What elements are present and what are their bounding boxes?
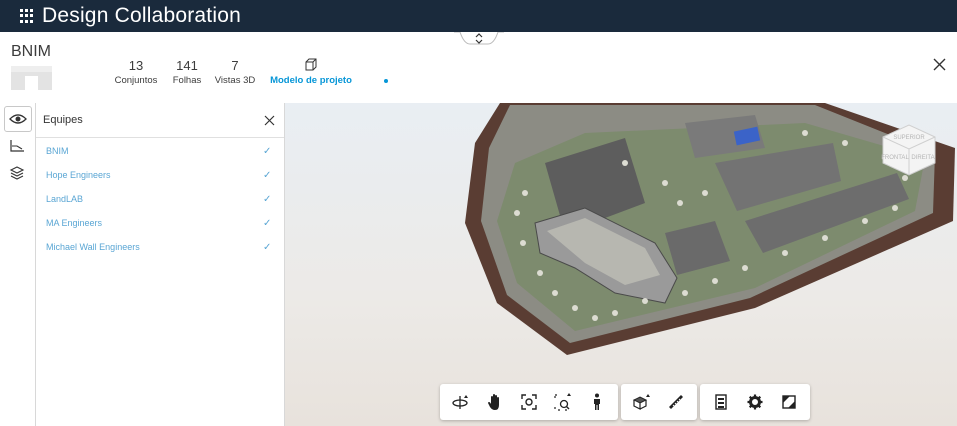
stat-label: Conjuntos [114,75,158,86]
viewcube-right-label: DIREITA [911,155,934,161]
team-item-ma-engineers[interactable]: MA Engineers ✓ [36,212,284,236]
team-name: Hope Engineers [46,170,111,180]
pan-button[interactable] [478,384,512,420]
project-thumbnail [11,66,52,90]
layers-button[interactable] [4,161,30,185]
orbit-icon [452,395,468,409]
fullscreen-button[interactable] [772,384,806,420]
top-bar: Design Collaboration [0,0,957,32]
check-icon: ✓ [263,242,272,253]
stat-label: Folhas [172,75,202,86]
fit-view-icon [521,394,537,410]
model-label: Modelo de projeto [270,75,352,86]
panel-header: Equipes [36,103,284,138]
layers-icon [9,166,25,180]
team-name: BNIM [46,146,69,156]
check-icon: ✓ [263,170,272,181]
viewer-toolbar [440,384,810,420]
stat-folhas[interactable]: 141 Folhas [170,58,204,88]
close-icon[interactable] [932,57,947,72]
stat-conjuntos[interactable]: 13 Conjuntos [110,58,162,88]
stat-vistas-3d[interactable]: 7 Vistas 3D [212,58,258,88]
stat-value: 13 [128,58,144,73]
project-name: BNIM [11,43,51,60]
check-icon: ✓ [263,218,272,229]
zoom-window-icon [554,393,571,411]
stat-label: Vistas 3D [214,75,256,86]
model-browser-icon [715,394,727,410]
section-box-button[interactable] [625,384,659,420]
team-name: MA Engineers [46,218,103,228]
project-header: BNIM 13 Conjuntos 141 Folhas 7 Vistas 3D… [0,32,957,104]
left-tool-rail [0,103,36,426]
team-item-hope-engineers[interactable]: Hope Engineers ✓ [36,164,284,188]
chart-icon [10,140,24,152]
collapse-header-icon[interactable] [454,32,504,46]
walk-button[interactable] [580,384,614,420]
visibility-button[interactable] [4,106,32,132]
fullscreen-icon [782,395,796,409]
model-viewer-canvas[interactable]: SUPERIOR FRONTAL DIREITA [285,103,957,426]
viewcube-front-label: FRONTAL [881,155,909,161]
active-dot-icon [384,79,388,83]
view-cube[interactable]: SUPERIOR FRONTAL DIREITA [877,117,941,181]
teams-panel: Equipes BNIM ✓ Hope Engineers ✓ LandLAB … [36,103,285,426]
stat-value: 7 [231,58,239,73]
panel-title: Equipes [43,114,83,126]
settings-tools-group [700,384,810,420]
team-item-bnim[interactable]: BNIM ✓ [36,140,284,164]
stat-value: 141 [176,58,198,73]
viewcube-top-label: SUPERIOR [893,135,925,141]
team-item-michael-wall-engineers[interactable]: Michael Wall Engineers ✓ [36,236,284,260]
close-panel-icon[interactable] [264,115,275,126]
settings-button[interactable] [738,384,772,420]
orbit-button[interactable] [444,384,478,420]
navigation-tools-group [440,384,618,420]
fit-view-button[interactable] [512,384,546,420]
eye-icon [9,114,27,124]
zoom-window-button[interactable] [546,384,580,420]
tab-modelo-de-projeto[interactable]: Modelo de projeto [268,58,354,88]
model-cube-icon [305,58,317,71]
settings-icon [747,394,763,410]
section-tools-group [621,384,697,420]
measure-icon [669,395,683,409]
team-name: LandLAB [46,194,84,204]
site-model-render [465,103,955,355]
pan-icon [488,394,499,410]
apps-grid-icon[interactable] [20,9,34,23]
team-name: Michael Wall Engineers [46,242,140,252]
app-title: Design Collaboration [42,4,241,27]
check-icon: ✓ [263,194,272,205]
model-browser-button[interactable] [704,384,738,420]
section-box-icon [632,394,650,410]
sheets-button[interactable] [4,134,30,158]
team-item-landlab[interactable]: LandLAB ✓ [36,188,284,212]
measure-button[interactable] [659,384,693,420]
check-icon: ✓ [263,146,272,157]
walk-icon [594,393,600,410]
